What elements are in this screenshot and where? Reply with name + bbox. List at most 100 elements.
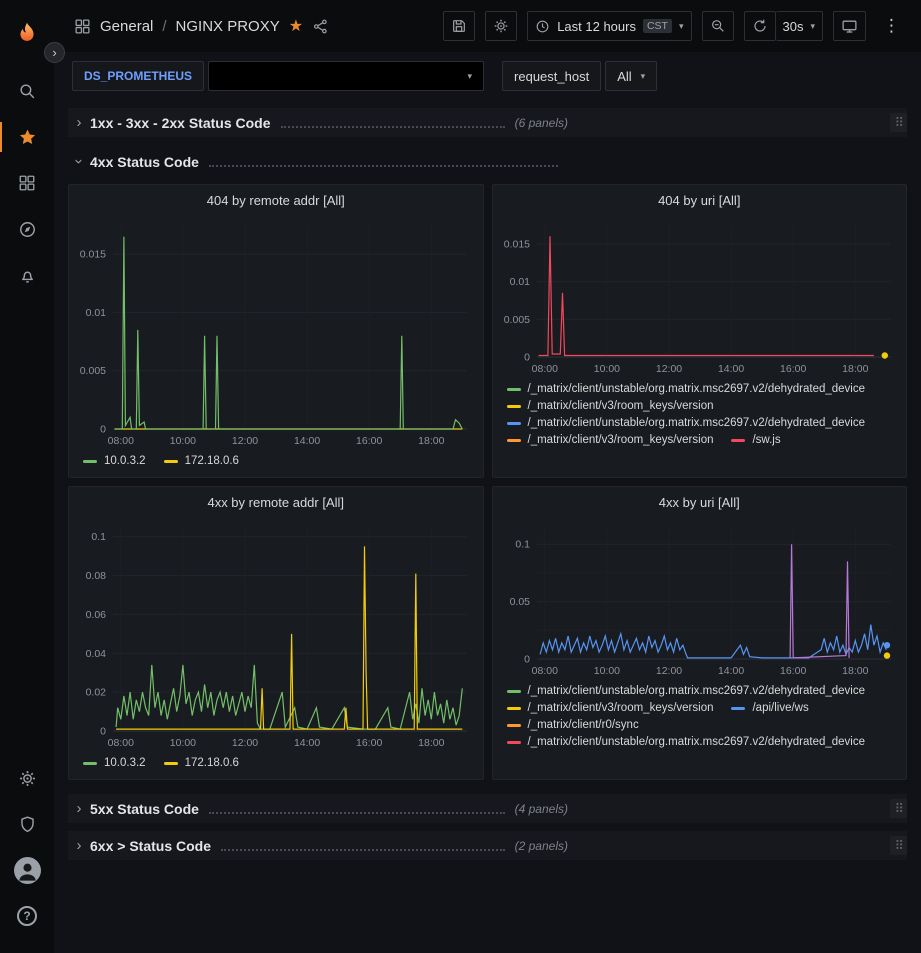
panel-legend: /_matrix/client/unstable/org.matrix.msc2… <box>493 377 907 477</box>
sidebar-expand-button[interactable]: › <box>44 42 65 63</box>
svg-text:0.015: 0.015 <box>503 238 529 250</box>
legend-item[interactable]: /_matrix/client/v3/room_keys/version <box>507 434 714 446</box>
legend-item[interactable]: /api/live/ws <box>731 702 808 714</box>
sidebar-item-starred[interactable] <box>0 114 54 160</box>
panel-title[interactable]: 404 by remote addr [All] <box>69 185 483 215</box>
svg-text:0.06: 0.06 <box>86 609 107 621</box>
sidebar-item-help[interactable]: ? <box>0 893 54 939</box>
row-header-5xx[interactable]: › 5xx Status Code (4 panels) ⠿ <box>68 794 907 823</box>
time-series-chart[interactable]: 00.050.108:0010:0012:0014:0016:0018:00 <box>493 517 907 679</box>
zoom-out-button[interactable] <box>702 11 734 41</box>
svg-text:16:00: 16:00 <box>780 363 806 375</box>
row-header-6xx[interactable]: › 6xx > Status Code (2 panels) ⠿ <box>68 831 907 860</box>
dashboard-variables-bar: DS_PROMETHEUS ▾ request_host All ▾ <box>54 52 921 100</box>
svg-text:18:00: 18:00 <box>842 363 868 375</box>
chevron-right-icon: › <box>68 800 90 817</box>
svg-text:0: 0 <box>100 726 106 738</box>
time-series-chart[interactable]: 00.0050.010.01508:0010:0012:0014:0016:00… <box>493 215 907 377</box>
refresh-group: 30s ▾ <box>744 11 824 41</box>
save-dashboard-button[interactable] <box>443 11 475 41</box>
legend-item[interactable]: /_matrix/client/v3/room_keys/version <box>507 702 714 714</box>
row-title: 4xx Status Code <box>90 154 199 170</box>
svg-text:08:00: 08:00 <box>108 435 134 447</box>
timezone-badge: CST <box>643 19 672 33</box>
refresh-button[interactable] <box>744 11 776 41</box>
svg-text:0.005: 0.005 <box>80 365 106 377</box>
refresh-icon <box>752 18 768 34</box>
row-drag-handle[interactable]: ⠿ <box>890 836 907 855</box>
panel-title[interactable]: 4xx by remote addr [All] <box>69 487 483 517</box>
legend-item[interactable]: 172.18.0.6 <box>164 455 239 467</box>
favorite-star-icon[interactable]: ★ <box>289 16 303 36</box>
sidebar-item-explore[interactable] <box>0 206 54 252</box>
time-series-chart[interactable]: 00.0050.010.01508:0010:0012:0014:0016:00… <box>69 215 483 449</box>
datasource-label[interactable]: DS_PROMETHEUS <box>72 61 204 91</box>
legend-item[interactable]: /_matrix/client/r0/sync <box>507 719 639 731</box>
panel-404-by-remote-addr: 404 by remote addr [All] 00.0050.010.015… <box>68 184 484 478</box>
chevron-right-icon: › <box>68 837 90 854</box>
breadcrumb: General / NGINX PROXY ★ <box>74 16 329 36</box>
sidebar-item-search[interactable] <box>0 68 54 114</box>
kebab-menu-button[interactable]: ⋮ <box>876 11 907 41</box>
grafana-app: ? General / NGINX PROXY ★ <box>0 0 921 953</box>
request-host-value: All <box>617 69 631 84</box>
row-drag-handle[interactable]: ⠿ <box>890 113 907 132</box>
legend-item[interactable]: /_matrix/client/unstable/org.matrix.msc2… <box>507 383 866 395</box>
panel-title[interactable]: 4xx by uri [All] <box>493 487 907 517</box>
sidebar: ? <box>0 0 54 953</box>
legend-item[interactable]: /_matrix/client/unstable/org.matrix.msc2… <box>507 685 866 697</box>
time-series-chart[interactable]: 00.020.040.060.080.108:0010:0012:0014:00… <box>69 517 483 751</box>
chevron-down-icon: ▾ <box>679 21 684 32</box>
apps-grid-icon <box>74 18 91 35</box>
panel-legend: /_matrix/client/unstable/org.matrix.msc2… <box>493 679 907 779</box>
row-title: 1xx - 3xx - 2xx Status Code <box>90 115 271 131</box>
legend-item[interactable]: 172.18.0.6 <box>164 757 239 769</box>
svg-text:12:00: 12:00 <box>232 737 258 749</box>
search-icon <box>18 82 37 101</box>
dashboard-settings-button[interactable] <box>485 11 517 41</box>
row-header-4xx[interactable]: › 4xx Status Code <box>68 147 907 176</box>
monitor-icon <box>841 18 858 35</box>
main-area: General / NGINX PROXY ★ <box>54 0 921 953</box>
svg-text:08:00: 08:00 <box>108 737 134 749</box>
row-drag-handle[interactable]: ⠿ <box>890 799 907 818</box>
svg-text:12:00: 12:00 <box>232 435 258 447</box>
svg-text:0.01: 0.01 <box>86 307 107 319</box>
row-header-1xx-3xx-2xx[interactable]: › 1xx - 3xx - 2xx Status Code (6 panels)… <box>68 108 907 137</box>
sidebar-item-server-admin[interactable] <box>0 801 54 847</box>
sidebar-item-configuration[interactable] <box>0 755 54 801</box>
top-navbar: General / NGINX PROXY ★ <box>54 0 921 52</box>
svg-text:12:00: 12:00 <box>655 665 681 677</box>
svg-text:18:00: 18:00 <box>842 665 868 677</box>
request-host-dropdown[interactable]: All ▾ <box>605 61 657 91</box>
legend-item[interactable]: 10.0.3.2 <box>83 757 146 769</box>
dotted-leader <box>221 849 505 851</box>
sidebar-item-profile[interactable] <box>0 847 54 893</box>
share-icon[interactable] <box>312 18 329 35</box>
legend-item[interactable]: /_matrix/client/v3/room_keys/version <box>507 400 714 412</box>
explore-compass-icon <box>18 220 37 239</box>
page-title[interactable]: NGINX PROXY <box>176 18 280 35</box>
gear-icon <box>493 18 509 34</box>
svg-text:14:00: 14:00 <box>717 665 743 677</box>
breadcrumb-separator: / <box>162 18 166 35</box>
svg-text:08:00: 08:00 <box>531 665 557 677</box>
legend-item[interactable]: /_matrix/client/unstable/org.matrix.msc2… <box>507 417 866 429</box>
legend-item[interactable]: /_matrix/client/unstable/org.matrix.msc2… <box>507 736 866 748</box>
sidebar-item-dashboards[interactable] <box>0 160 54 206</box>
sidebar-item-alerting[interactable] <box>0 252 54 298</box>
svg-text:0.1: 0.1 <box>515 539 530 551</box>
legend-item[interactable]: 10.0.3.2 <box>83 455 146 467</box>
chevron-down-icon: › <box>71 151 88 173</box>
panel-title[interactable]: 404 by uri [All] <box>493 185 907 215</box>
help-icon: ? <box>17 906 37 926</box>
refresh-interval-dropdown[interactable]: 30s ▾ <box>776 11 824 41</box>
legend-item[interactable]: /sw.js <box>731 434 780 446</box>
breadcrumb-section[interactable]: General <box>100 18 153 35</box>
datasource-value-dropdown[interactable]: ▾ <box>208 61 484 91</box>
tv-mode-button[interactable] <box>833 11 866 41</box>
clock-icon <box>535 19 550 34</box>
svg-text:0: 0 <box>524 352 530 364</box>
chevron-down-icon: ▾ <box>810 21 815 32</box>
time-picker-button[interactable]: Last 12 hours CST ▾ <box>527 11 691 41</box>
